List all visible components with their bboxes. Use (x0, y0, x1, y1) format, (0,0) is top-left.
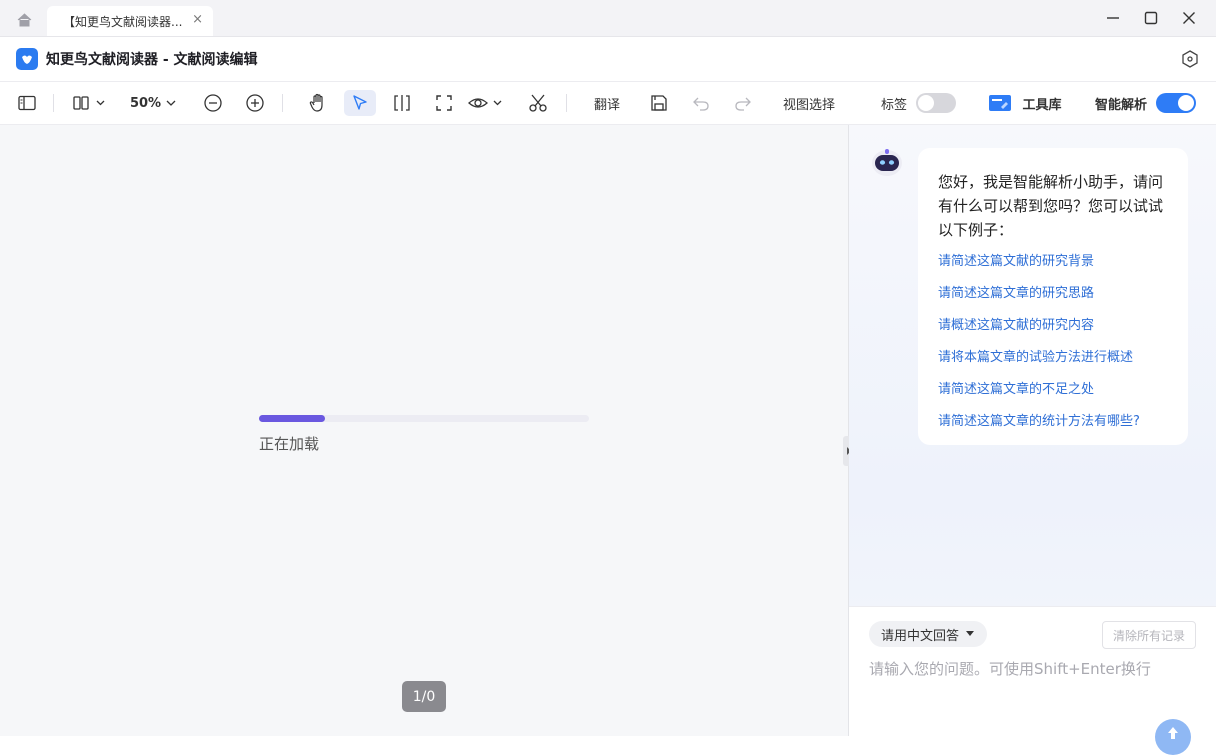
toggle-knob (1178, 95, 1194, 111)
tab-close-icon[interactable]: × (192, 12, 203, 27)
suggestion-link[interactable]: 请简述这篇文章的统计方法有哪些? (938, 410, 1168, 434)
loading-progress-fill (259, 415, 325, 422)
tag-toggle[interactable] (916, 93, 956, 113)
zoom-out-icon[interactable] (200, 90, 226, 116)
loading-progress-bar (259, 415, 589, 422)
send-arrow-icon (1168, 727, 1178, 739)
suggestion-link[interactable]: 请概述这篇文献的研究内容 (938, 314, 1168, 338)
minimize-icon[interactable] (1101, 8, 1125, 28)
suggestion-link[interactable]: 请简述这篇文章的不足之处 (938, 378, 1168, 402)
split-view-icon[interactable] (388, 90, 416, 116)
send-button[interactable] (1155, 719, 1191, 755)
app-logo-icon (16, 48, 38, 70)
bot-avatar-icon (871, 147, 903, 179)
chat-input[interactable] (869, 657, 1189, 681)
maximize-icon[interactable] (1139, 8, 1163, 28)
zoom-in-icon[interactable] (242, 90, 268, 116)
caret-down-icon (966, 631, 975, 636)
scissors-icon[interactable] (524, 90, 552, 116)
chat-input-area: 请用中文回答 清除所有记录 (849, 606, 1216, 755)
toolbar-separator (566, 94, 567, 112)
app-title: 知更鸟文献阅读器 - 文献阅读编辑 (46, 52, 258, 68)
sidebar-toggle-icon[interactable] (14, 90, 40, 116)
title-bar: 知更鸟文献阅读器 - 文献阅读编辑 (0, 37, 1216, 82)
view-select-button[interactable]: 视图选择 (778, 90, 840, 116)
save-icon[interactable] (646, 90, 672, 116)
tab-title: 【知更鸟文献阅读器... (63, 14, 183, 29)
close-window-icon[interactable] (1177, 8, 1201, 28)
suggestion-link[interactable]: 请简述这篇文献的研究背景 (938, 250, 1168, 274)
smart-parse-label: 智能解析 (1094, 97, 1147, 113)
fullscreen-icon[interactable] (430, 90, 458, 116)
zoom-value: 50% (129, 95, 162, 111)
home-icon[interactable] (10, 8, 38, 32)
view-mode-eye-icon[interactable] (467, 90, 507, 116)
toolbox-button[interactable]: 工具库 (1018, 90, 1066, 116)
translate-button[interactable]: 翻译 (588, 90, 626, 116)
hand-tool-icon[interactable] (304, 90, 332, 116)
suggestion-link[interactable]: 请简述这篇文章的研究思路 (938, 282, 1168, 306)
toggle-knob (918, 95, 934, 111)
toolbar-separator (282, 94, 283, 112)
assistant-message-bubble: 您好，我是智能解析小助手，请问有什么可以帮到您吗？您可以试试以下例子： 请简述这… (918, 148, 1188, 445)
assistant-greeting: 您好，我是智能解析小助手，请问有什么可以帮到您吗？您可以试试以下例子： (938, 173, 1164, 239)
suggestion-link[interactable]: 请将本篇文章的试验方法进行概述 (938, 346, 1168, 370)
redo-icon[interactable] (730, 90, 756, 116)
toolbar-separator (53, 94, 54, 112)
document-reader: 正在加载 1/0 (0, 125, 848, 736)
toolbox-icon[interactable] (986, 90, 1014, 116)
undo-icon[interactable] (688, 90, 714, 116)
toolbar: 50% 翻译 视图选择 标签 工具库 智能解析 (0, 82, 1216, 125)
settings-hex-icon[interactable] (1182, 50, 1198, 72)
page-layout-button[interactable] (72, 90, 110, 116)
clear-history-button[interactable]: 清除所有记录 (1101, 621, 1196, 649)
tab-document[interactable]: 【知更鸟文献阅读器... × (47, 6, 213, 36)
language-select[interactable]: 请用中文回答 (869, 621, 988, 647)
smart-parse-toggle[interactable] (1156, 93, 1196, 113)
tab-bar: 【知更鸟文献阅读器... × (0, 0, 1216, 37)
page-indicator: 1/0 (402, 681, 446, 712)
language-select-label: 请用中文回答 (881, 628, 960, 644)
zoom-select[interactable]: 50% (128, 90, 180, 116)
select-tool-icon[interactable] (344, 90, 376, 116)
loading-text: 正在加载 (259, 435, 320, 453)
tag-label: 标签 (880, 97, 907, 113)
